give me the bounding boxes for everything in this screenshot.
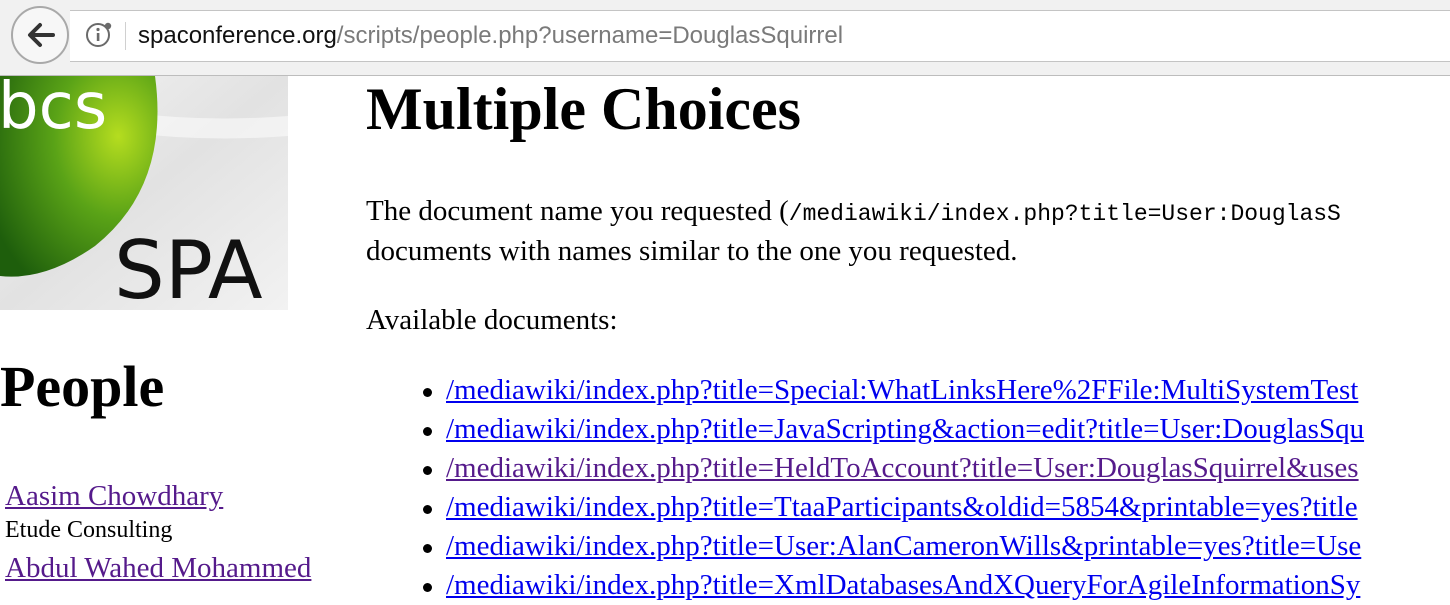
back-button[interactable] [11, 6, 69, 64]
page-title: Multiple Choices [366, 76, 801, 142]
list-item: /mediawiki/index.php?title=TtaaParticipa… [366, 488, 1364, 527]
browser-toolbar: spaconference.org/scripts/people.php?use… [0, 0, 1450, 76]
people-list: Aasim Chowdhary Etude Consulting Abdul W… [5, 478, 355, 586]
available-documents-label: Available documents: [366, 304, 618, 336]
list-item: /mediawiki/index.php?title=HeldToAccount… [366, 449, 1364, 488]
requested-path: /mediawiki/index.php?title=User:DouglasS [788, 201, 1341, 227]
list-item: /mediawiki/index.php?title=Special:WhatL… [366, 371, 1364, 410]
error-message: The document name you requested (/mediaw… [366, 193, 1341, 270]
document-link[interactable]: /mediawiki/index.php?title=HeldToAccount… [446, 452, 1359, 484]
list-item: /mediawiki/index.php?title=User:AlanCame… [366, 527, 1364, 566]
person-link[interactable]: Abdul Wahed Mohammed [5, 550, 355, 586]
document-link[interactable]: /mediawiki/index.php?title=User:AlanCame… [446, 530, 1361, 562]
url-text[interactable]: spaconference.org/scripts/people.php?use… [138, 20, 843, 52]
message-text-line2: documents with names similar to the one … [366, 235, 1018, 267]
document-link[interactable]: /mediawiki/index.php?title=Special:WhatL… [446, 374, 1358, 406]
person-link[interactable]: Aasim Chowdhary [5, 478, 355, 514]
document-list: /mediawiki/index.php?title=Special:WhatL… [366, 371, 1364, 605]
info-icon[interactable] [84, 20, 114, 50]
url-separator [125, 22, 126, 50]
url-host: spaconference.org [138, 22, 337, 49]
document-link[interactable]: /mediawiki/index.php?title=XmlDatabasesA… [446, 569, 1360, 601]
bcs-spa-logo[interactable]: bcs SPA [0, 76, 288, 310]
people-heading: People [0, 354, 165, 419]
logo-text-bcs: bcs [0, 76, 107, 144]
list-item: /mediawiki/index.php?title=XmlDatabasesA… [366, 566, 1364, 605]
list-item: /mediawiki/index.php?title=JavaScripting… [366, 410, 1364, 449]
url-path: /scripts/people.php?username=DouglasSqui… [336, 22, 844, 49]
back-arrow-icon [28, 23, 55, 47]
document-link[interactable]: /mediawiki/index.php?title=JavaScripting… [446, 413, 1364, 445]
document-link[interactable]: /mediawiki/index.php?title=TtaaParticipa… [446, 491, 1358, 523]
message-text: The document name you requested ( [366, 195, 789, 227]
person-organization: Etude Consulting [5, 517, 173, 543]
logo-text-spa: SPA [114, 224, 263, 310]
